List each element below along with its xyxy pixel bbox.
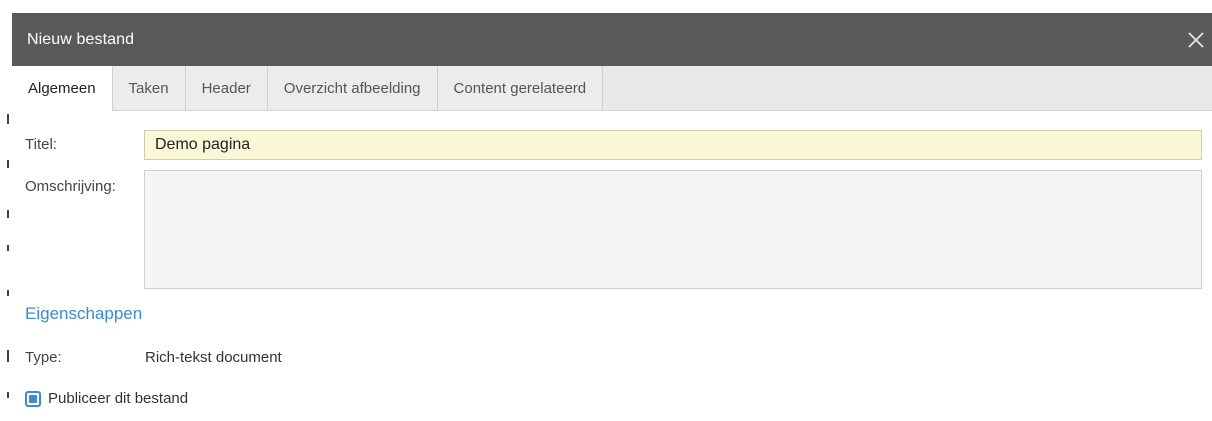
- description-textarea[interactable]: [144, 170, 1202, 289]
- checkbox-checked-icon: [29, 394, 37, 403]
- edge-mark: [7, 392, 9, 398]
- edge-mark: [7, 350, 9, 362]
- new-file-dialog: Nieuw bestand Algemeen Taken Header Over…: [12, 13, 1212, 421]
- title-input[interactable]: [144, 130, 1202, 160]
- type-label: Type:: [25, 349, 62, 366]
- edge-mark: [7, 114, 9, 124]
- edge-mark: [7, 210, 9, 218]
- tab-label: Content gerelateerd: [453, 79, 587, 97]
- tab-header[interactable]: Header: [185, 66, 268, 110]
- background-strip: [0, 0, 1212, 13]
- tab-taken[interactable]: Taken: [112, 66, 186, 110]
- publish-checkbox-row[interactable]: Publiceer dit bestand: [25, 390, 188, 407]
- tab-label: Taken: [128, 79, 169, 97]
- title-label: Titel:: [25, 136, 57, 153]
- tab-overzicht-afbeelding[interactable]: Overzicht afbeelding: [267, 66, 438, 110]
- close-icon[interactable]: [1184, 28, 1208, 52]
- page: Nieuw bestand Algemeen Taken Header Over…: [0, 0, 1212, 421]
- tab-label: Overzicht afbeelding: [283, 79, 421, 97]
- type-value: Rich-tekst document: [145, 349, 282, 366]
- tab-bar: Algemeen Taken Header Overzicht afbeeldi…: [12, 66, 1212, 111]
- dialog-title: Nieuw bestand: [27, 31, 135, 48]
- dialog-titlebar: Nieuw bestand: [12, 13, 1212, 66]
- edge-mark: [7, 245, 9, 251]
- tab-label: Header: [201, 79, 251, 97]
- edge-mark: [7, 160, 9, 168]
- tab-content-gerelateerd[interactable]: Content gerelateerd: [437, 66, 604, 110]
- publish-checkbox[interactable]: [25, 390, 41, 407]
- properties-heading[interactable]: Eigenschappen: [25, 304, 142, 324]
- background-left-edge: [0, 0, 12, 421]
- publish-label: Publiceer dit bestand: [48, 390, 189, 407]
- tab-algemeen[interactable]: Algemeen: [12, 66, 113, 111]
- edge-mark: [7, 290, 9, 296]
- tab-label: Algemeen: [28, 80, 96, 97]
- description-label: Omschrijving:: [25, 178, 116, 195]
